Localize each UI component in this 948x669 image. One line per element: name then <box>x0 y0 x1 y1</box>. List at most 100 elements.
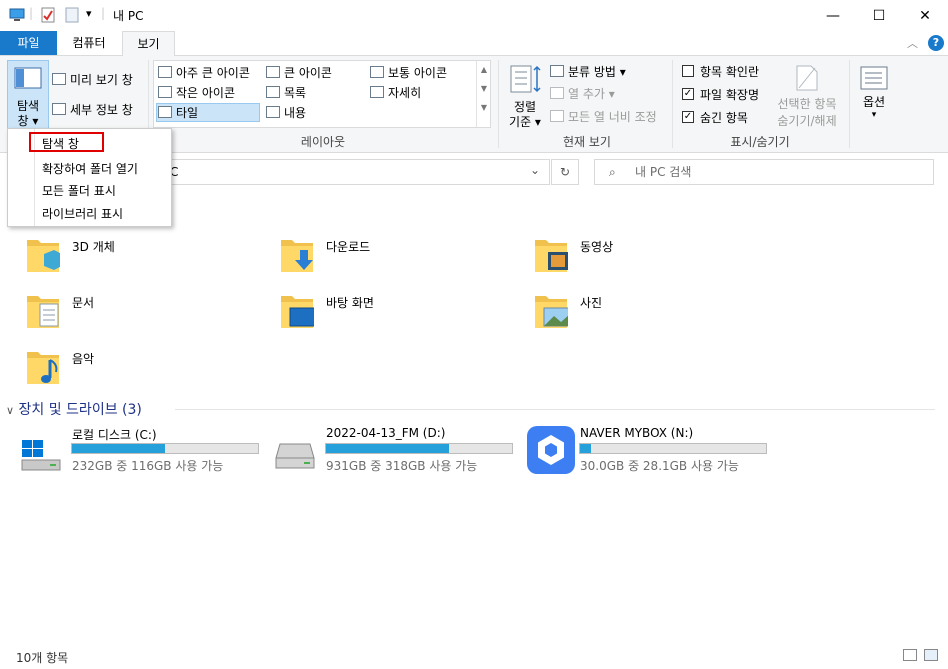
address-dropdown-icon[interactable]: ⌄ <box>530 163 540 177</box>
options-button[interactable]: 옵션 ▾ <box>854 60 894 128</box>
folder-downloads-icon[interactable] <box>280 234 314 274</box>
large-icons-icon <box>266 66 280 78</box>
hidden-items-checkbox[interactable]: ✓ <box>682 111 694 123</box>
size-columns-button[interactable]: 모든 열 너비 조정 <box>550 107 657 125</box>
drive-name[interactable]: 로컬 디스크 (C:) <box>72 426 157 443</box>
help-icon[interactable]: ? <box>928 35 944 51</box>
drive-usage-bar <box>71 443 259 454</box>
group-by-button[interactable]: 분류 방법 ▾ <box>550 62 626 80</box>
refresh-button[interactable]: ↻ <box>551 159 579 185</box>
search-placeholder: 내 PC 검색 <box>635 165 692 179</box>
hide-selected-icon <box>796 65 818 91</box>
folder-documents-icon[interactable] <box>26 290 60 330</box>
preview-pane-button[interactable]: 미리 보기 창 <box>52 70 133 88</box>
folder-videos-icon[interactable] <box>534 234 568 274</box>
scroll-up-icon[interactable]: ▲ <box>477 65 491 74</box>
qat-separator: | <box>29 6 34 20</box>
item-checkboxes-toggle[interactable]: 항목 확인란 <box>682 62 759 80</box>
drive-usage-bar <box>325 443 513 454</box>
details-view-icon[interactable] <box>903 649 917 661</box>
search-input[interactable]: ⌕ 내 PC 검색 <box>594 159 934 185</box>
file-extensions-checkbox[interactable]: ✓ <box>682 88 694 100</box>
new-folder-icon[interactable] <box>65 7 79 23</box>
address-bar[interactable]: C ⌄ <box>169 159 550 185</box>
folder-label[interactable]: 다운로드 <box>326 238 370 255</box>
gallery-scroll[interactable]: ▲ ▼ ▼ <box>476 61 491 127</box>
layout-content[interactable]: 내용 <box>266 103 306 121</box>
minimize-button[interactable]: — <box>810 0 856 31</box>
hard-drive-icon[interactable] <box>274 440 316 472</box>
drive-usage-fill <box>326 444 449 453</box>
sort-by-button[interactable]: 정렬 기준 ▾ <box>505 60 545 129</box>
folder-label[interactable]: 사진 <box>580 294 602 311</box>
navigation-pane-label-2: 창 ▾ <box>17 114 39 128</box>
qat-customize-icon[interactable]: ▾ <box>86 7 92 20</box>
add-columns-button[interactable]: 열 추가 ▾ <box>550 84 615 102</box>
gallery-more-icon[interactable]: ▼ <box>477 103 491 112</box>
ribbon-tabs: 파일 컴퓨터 보기 ︿ ? <box>0 31 948 57</box>
layout-label: 자세히 <box>388 85 422 100</box>
layout-label: 작은 아이콘 <box>176 85 236 100</box>
menu-item-expand-to-open-folder[interactable]: 확장하여 폴더 열기 <box>42 160 138 177</box>
layout-small-icons[interactable]: 작은 아이콘 <box>158 83 235 101</box>
folder-pictures-icon[interactable] <box>534 290 568 330</box>
details-icon <box>370 86 384 98</box>
details-pane-button[interactable]: 세부 정보 창 <box>52 100 133 118</box>
layout-tiles[interactable]: 타일 <box>158 103 198 121</box>
group-divider <box>849 60 850 148</box>
item-checkboxes-label: 항목 확인란 <box>700 64 760 79</box>
layout-extra-large-icons[interactable]: 아주 큰 아이콘 <box>158 63 250 81</box>
folder-label[interactable]: 바탕 화면 <box>326 294 374 311</box>
large-icons-view-icon[interactable] <box>924 649 938 661</box>
status-item-count: 10개 항목 <box>16 651 69 665</box>
hidden-items-label: 숨긴 항목 <box>700 110 748 125</box>
hidden-items-toggle[interactable]: ✓ 숨긴 항목 <box>682 108 748 126</box>
local-disk-icon[interactable] <box>20 432 62 472</box>
layout-label: 내용 <box>284 105 307 120</box>
hide-selected-button[interactable]: 선택한 항목 숨기기/해제 <box>772 60 842 130</box>
folder-label[interactable]: 3D 개체 <box>72 238 115 255</box>
tab-file[interactable]: 파일 <box>0 31 57 55</box>
collapse-chevron-icon[interactable]: ∨ <box>6 404 14 417</box>
maximize-button[interactable]: ☐ <box>856 0 902 31</box>
layout-gallery: 아주 큰 아이콘 큰 아이콘 보통 아이콘 작은 아이콘 목록 자세히 타일 내… <box>153 60 491 128</box>
current-view-group-label: 현재 보기 <box>563 135 611 149</box>
details-pane-icon <box>52 103 66 115</box>
options-arrow-icon: ▾ <box>871 110 877 120</box>
layout-details[interactable]: 자세히 <box>370 83 421 101</box>
tiles-icon <box>158 106 172 118</box>
layout-medium-icons[interactable]: 보통 아이콘 <box>370 63 447 81</box>
this-pc-icon[interactable] <box>9 8 25 22</box>
folder-music-icon[interactable] <box>26 346 60 386</box>
navigation-pane-button[interactable]: 탐색 창 ▾ <box>7 60 49 130</box>
layout-list[interactable]: 목록 <box>266 83 306 101</box>
menu-item-show-all-folders[interactable]: 모든 폴더 표시 <box>42 182 116 199</box>
folder-label[interactable]: 동영상 <box>580 238 613 255</box>
folder-label[interactable]: 음악 <box>72 350 94 367</box>
show-hide-group-label: 표시/숨기기 <box>730 135 790 149</box>
drive-space: 232GB 중 116GB 사용 가능 <box>72 459 224 473</box>
folder-desktop-icon[interactable] <box>280 290 314 330</box>
menu-item-navigation-pane[interactable]: 탐색 창 <box>42 135 79 152</box>
layout-large-icons[interactable]: 큰 아이콘 <box>266 63 332 81</box>
drive-usage-fill <box>72 444 165 453</box>
group-by-icon <box>550 65 564 77</box>
close-button[interactable]: ✕ <box>902 0 948 31</box>
drive-name[interactable]: 2022-04-13_FM (D:) <box>326 426 445 440</box>
naver-mybox-icon[interactable] <box>527 426 575 474</box>
file-extensions-toggle[interactable]: ✓ 파일 확장명 <box>682 85 759 103</box>
drive-usage-bar <box>579 443 767 454</box>
tab-computer[interactable]: 컴퓨터 <box>57 31 121 55</box>
scroll-down-icon[interactable]: ▼ <box>477 84 491 93</box>
folder-label[interactable]: 문서 <box>72 294 94 311</box>
devices-group-header[interactable]: ∨ 장치 및 드라이브 (3) <box>6 399 142 419</box>
layout-label: 아주 큰 아이콘 <box>176 65 250 80</box>
preview-pane-icon <box>52 73 66 85</box>
properties-icon[interactable] <box>41 7 55 23</box>
folder-3d-objects-icon[interactable] <box>26 234 60 274</box>
collapse-ribbon-icon[interactable]: ︿ <box>907 35 918 51</box>
menu-item-show-libraries[interactable]: 라이브러리 표시 <box>42 205 123 222</box>
drive-name[interactable]: NAVER MYBOX (N:) <box>580 426 693 440</box>
item-checkboxes-checkbox[interactable] <box>682 65 694 77</box>
tab-view[interactable]: 보기 <box>122 31 175 57</box>
